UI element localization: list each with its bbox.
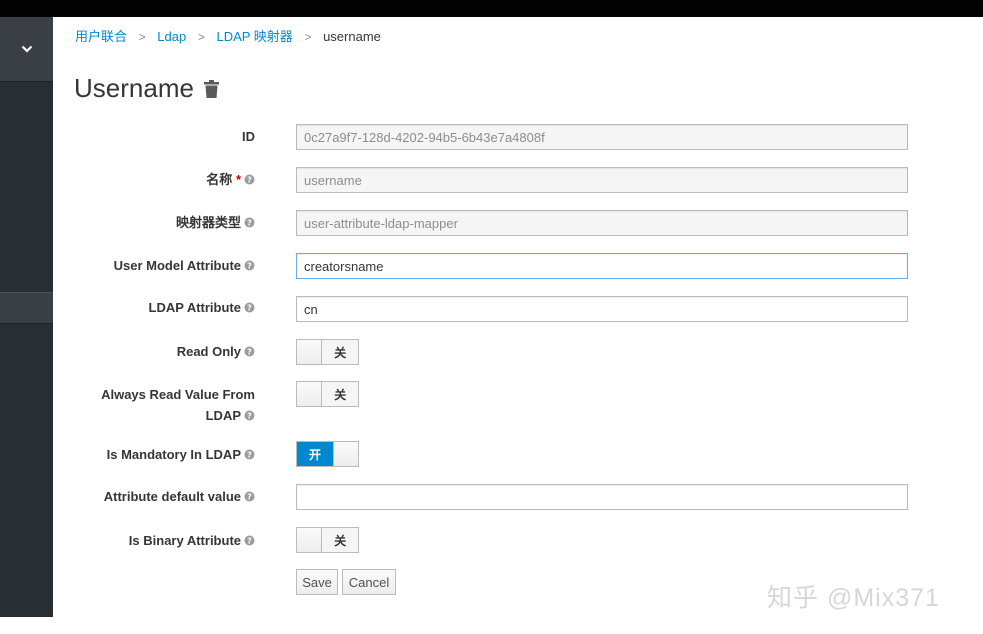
user-model-attribute-input[interactable] [296, 253, 908, 279]
attribute-default-value-label: Attribute default value? [55, 486, 255, 508]
save-button[interactable]: Save [296, 569, 338, 595]
sidebar-toggle[interactable] [0, 17, 53, 82]
ldap-attribute-input[interactable] [296, 296, 908, 322]
mapper-type-field[interactable] [296, 210, 908, 236]
mapper-type-label: 映射器类型? [55, 212, 255, 234]
breadcrumb-separator: > [197, 30, 205, 44]
is-mandatory-label: Is Mandatory In LDAP? [55, 444, 255, 466]
breadcrumb-link-ldap-mappers[interactable]: LDAP 映射器 [216, 29, 292, 44]
toggle-knob [297, 382, 323, 406]
name-label: 名称 *? [55, 169, 255, 191]
page-title: Username [74, 73, 194, 103]
breadcrumb-link-ldap[interactable]: Ldap [157, 29, 186, 44]
toggle-state-label: 关 [322, 528, 358, 552]
breadcrumb-separator: > [138, 30, 146, 44]
svg-text:?: ? [247, 348, 252, 357]
help-icon[interactable]: ? [244, 406, 255, 427]
svg-text:?: ? [247, 493, 252, 502]
id-label: ID [242, 129, 255, 144]
top-bar [0, 0, 983, 17]
chevron-down-icon [21, 45, 32, 53]
always-read-value-toggle[interactable]: 关 [296, 381, 359, 407]
svg-text:?: ? [247, 412, 252, 421]
ldap-attribute-label: LDAP Attribute? [55, 297, 255, 319]
breadcrumb: 用户联合 > Ldap > LDAP 映射器 > username [75, 28, 381, 46]
page-title-wrap: Username [74, 73, 219, 104]
svg-text:?: ? [247, 219, 252, 228]
name-field[interactable] [296, 167, 908, 193]
watermark: 知乎 @Mix371 [767, 584, 940, 612]
bottom-strip [0, 617, 983, 634]
help-icon[interactable]: ? [244, 487, 255, 508]
toggle-knob [333, 442, 358, 466]
svg-text:?: ? [247, 262, 252, 271]
is-mandatory-toggle[interactable]: 开 [296, 441, 359, 467]
toggle-state-label: 开 [297, 442, 333, 466]
help-icon[interactable]: ? [244, 213, 255, 234]
trash-icon[interactable] [203, 79, 219, 98]
help-icon[interactable]: ? [244, 298, 255, 319]
sidebar-active-item[interactable] [0, 292, 53, 324]
breadcrumb-current: username [323, 29, 381, 44]
toggle-knob [297, 528, 323, 552]
help-icon[interactable]: ? [244, 445, 255, 466]
cancel-button[interactable]: Cancel [342, 569, 396, 595]
svg-text:?: ? [247, 176, 252, 185]
help-icon[interactable]: ? [244, 170, 255, 191]
id-field[interactable] [296, 124, 908, 150]
toggle-state-label: 关 [322, 340, 358, 364]
is-binary-label: Is Binary Attribute? [55, 530, 255, 552]
svg-text:?: ? [247, 304, 252, 313]
user-model-attribute-label: User Model Attribute? [55, 255, 255, 277]
help-icon[interactable]: ? [244, 531, 255, 552]
sidebar [0, 17, 53, 617]
always-read-value-label: Always Read Value From LDAP? [55, 384, 255, 427]
breadcrumb-separator: > [304, 30, 312, 44]
help-icon[interactable]: ? [244, 342, 255, 363]
is-binary-toggle[interactable]: 关 [296, 527, 359, 553]
toggle-state-label: 关 [322, 382, 358, 406]
attribute-default-value-input[interactable] [296, 484, 908, 510]
svg-text:?: ? [247, 451, 252, 460]
svg-text:?: ? [247, 537, 252, 546]
breadcrumb-link-user-federation[interactable]: 用户联合 [75, 29, 127, 44]
required-mark: * [235, 172, 241, 187]
read-only-toggle[interactable]: 关 [296, 339, 359, 365]
read-only-label: Read Only? [55, 341, 255, 363]
help-icon[interactable]: ? [244, 256, 255, 277]
toggle-knob [297, 340, 323, 364]
